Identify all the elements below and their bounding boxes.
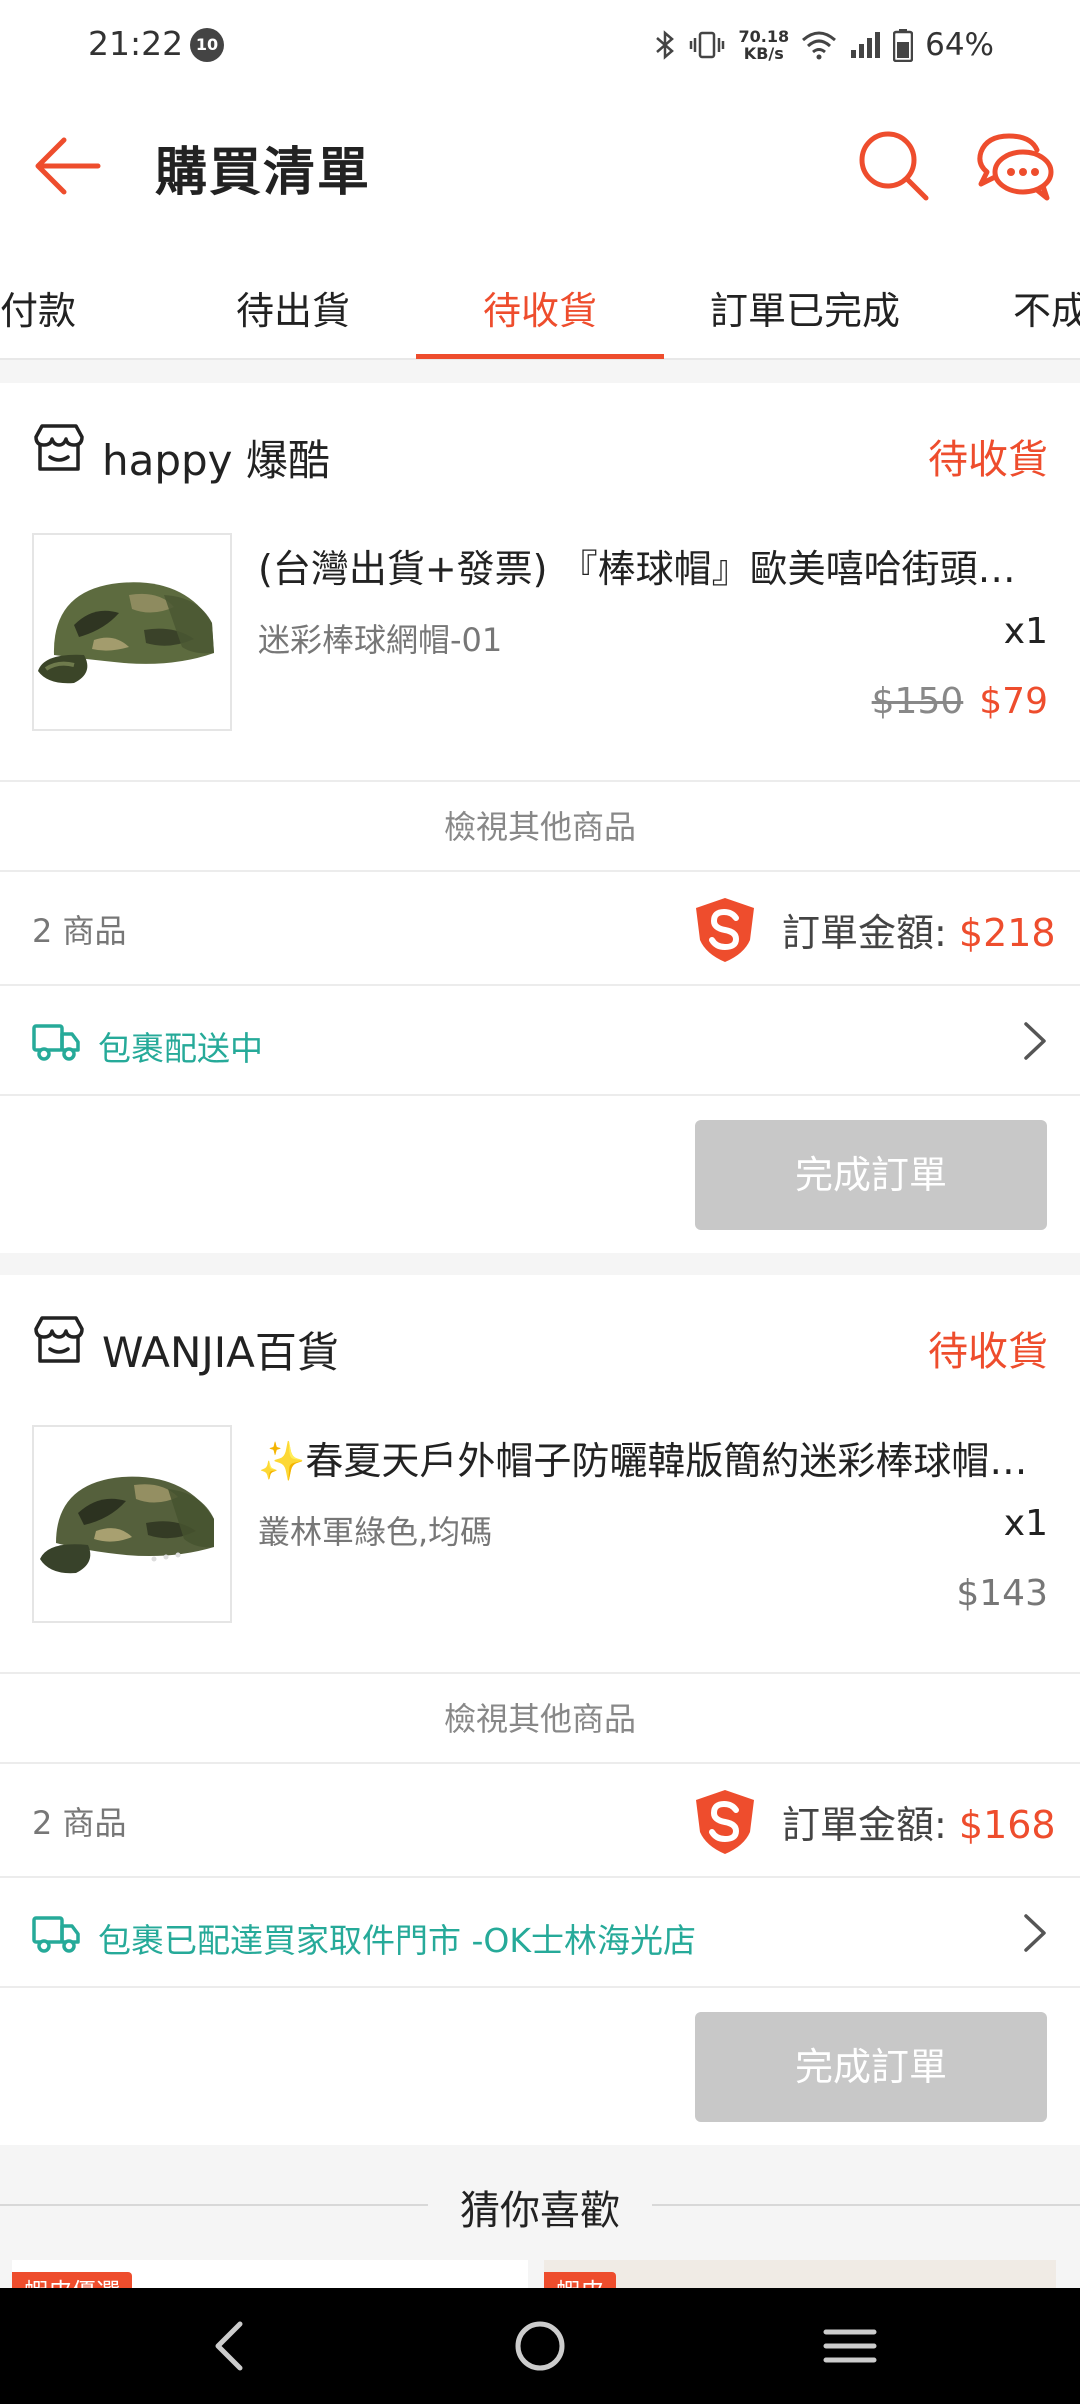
tab-to-pay[interactable]: 待付款: [0, 280, 76, 335]
product-thumbnail: [32, 1425, 232, 1623]
back-button[interactable]: [30, 128, 106, 204]
complete-order-button[interactable]: 完成訂單: [695, 2012, 1047, 2122]
sale-price: $79: [979, 681, 1048, 722]
system-nav-bar: [0, 2288, 1080, 2404]
recommendations-header: 猜你喜歡: [0, 2150, 1080, 2260]
order-item[interactable]: (台灣出貨+發票) 『棒球帽』歐美嘻哈街頭潮流 迷彩棒球網帽-01 x1 $15…: [0, 533, 1080, 763]
search-icon: [859, 131, 929, 201]
network-speed-unit: KB/s: [743, 44, 784, 63]
shop-icon: [34, 1316, 84, 1363]
camo-cap-image: [40, 1476, 214, 1574]
shopee-guarantee-icon: [696, 898, 754, 962]
camo-cap-image: [38, 582, 214, 684]
product-price: $150 $79: [872, 681, 1048, 722]
notification-badge: 10: [190, 28, 224, 62]
shipping-status: 包裹配送中: [98, 1029, 263, 1068]
battery-level: 64%: [925, 27, 994, 63]
chevron-right-icon: [1024, 1914, 1046, 1952]
order-item[interactable]: ✨春夏天戶外帽子防曬韓版簡約迷彩棒球帽男女 叢林軍綠色,均碼 x1 $143: [0, 1425, 1080, 1655]
order-total: 訂單金額: $168: [782, 1794, 1056, 1849]
network-speed: 70.18 KB/s: [738, 28, 789, 62]
page-title: 購買清單: [155, 143, 372, 203]
shopee-guarantee-icon: [696, 1790, 754, 1854]
nav-back-button[interactable]: [200, 2316, 260, 2376]
view-more-products-button[interactable]: 檢視其他商品: [0, 780, 1080, 870]
vibrate-icon: [690, 31, 725, 59]
shipping-status-row[interactable]: 包裹配送中: [0, 984, 1080, 1096]
status-icons: 70.18 KB/s 64%: [654, 20, 994, 70]
shop-name: happy 爆酷: [102, 436, 330, 485]
arrow-left-icon: [35, 137, 101, 195]
recommendations-title: 猜你喜歡: [460, 2188, 620, 2234]
battery-icon: [893, 29, 914, 62]
chevron-left-icon: [215, 2321, 243, 2371]
chevron-right-icon: [1024, 1022, 1046, 1060]
order-card: WANJIA百貨 待收貨 ✨春夏天戶外帽子防曬韓版簡約迷彩棒球帽男女 叢林軍綠色…: [0, 1275, 1080, 2145]
screen: 21:22 10 70.18 KB/s 64% 購買清單 付款 待出貨 待收貨 …: [0, 0, 1080, 2404]
nav-recents-button[interactable]: [820, 2316, 880, 2376]
truck-icon: [32, 1916, 80, 1953]
wifi-icon: [802, 31, 837, 60]
order-total-amount: $168: [958, 1803, 1056, 1847]
complete-order-button[interactable]: 完成訂單: [695, 1120, 1047, 1230]
order-total-label: 訂單金額:: [782, 1803, 947, 1847]
order-card: happy 爆酷 待收貨 (台灣出貨+發票) 『棒球帽』歐美嘻哈街頭潮流 迷彩棒…: [0, 383, 1080, 1253]
shop-row[interactable]: WANJIA百貨 待收貨: [0, 1275, 1080, 1425]
truck-icon: [32, 1024, 80, 1061]
network-speed-value: 70.18: [738, 27, 790, 46]
product-quantity: x1: [1003, 611, 1048, 652]
tab-to-ship[interactable]: 待出貨: [236, 280, 350, 335]
nav-home-button[interactable]: [510, 2316, 570, 2376]
view-more-products-button[interactable]: 檢視其他商品: [0, 1672, 1080, 1762]
signal-icon: [851, 32, 881, 58]
order-total-label: 訂單金額:: [782, 911, 947, 955]
home-circle-icon: [515, 2321, 565, 2371]
bluetooth-icon: [656, 30, 675, 60]
chat-bubbles-icon: [977, 133, 1054, 201]
product-quantity: x1: [1003, 1503, 1048, 1544]
original-price: $150: [871, 681, 964, 722]
tab-completed[interactable]: 訂單已完成: [710, 280, 900, 335]
status-bar: 21:22 10 70.18 KB/s 64%: [0, 0, 1080, 90]
active-tab-indicator: [416, 354, 664, 359]
order-status: 待收貨: [928, 437, 1048, 483]
order-total: 訂單金額: $218: [782, 902, 1056, 957]
tab-cancelled[interactable]: 不成立: [1013, 280, 1080, 335]
product-thumbnail: [32, 533, 232, 731]
shop-icon: [34, 424, 84, 471]
item-count: 2 商品: [32, 1804, 127, 1842]
app-header: 購買清單: [0, 90, 1080, 240]
product-price: $143: [956, 1573, 1048, 1614]
order-total-amount: $218: [958, 911, 1056, 955]
chat-button[interactable]: [975, 128, 1055, 204]
order-summary: 2 商品 訂單金額: $168: [0, 1762, 1080, 1876]
product-title: (台灣出貨+發票) 『棒球帽』歐美嘻哈街頭潮流: [258, 547, 1048, 591]
product-title: ✨春夏天戶外帽子防曬韓版簡約迷彩棒球帽男女: [258, 1439, 1048, 1483]
menu-lines-icon: [823, 2329, 877, 2363]
product-variant: 叢林軍綠色,均碼: [258, 1513, 493, 1551]
product-variant: 迷彩棒球網帽-01: [258, 621, 503, 659]
shipping-status-row[interactable]: 包裹已配達買家取件門市 -OK士林海光店: [0, 1876, 1080, 1988]
search-button[interactable]: [856, 128, 932, 204]
item-count: 2 商品: [32, 912, 127, 950]
shop-row[interactable]: happy 爆酷 待收貨: [0, 383, 1080, 533]
shipping-status: 包裹已配達買家取件門市 -OK士林海光店: [98, 1921, 697, 1960]
price: $143: [956, 1573, 1048, 1614]
tab-to-receive[interactable]: 待收貨: [483, 280, 597, 335]
status-time: 21:22: [88, 24, 184, 63]
shop-name: WANJIA百貨: [102, 1328, 339, 1377]
order-status: 待收貨: [928, 1329, 1048, 1375]
order-summary: 2 商品 訂單金額: $218: [0, 870, 1080, 984]
order-tabs: 待付款 待出貨 待收貨 訂單已完成 不成立: [0, 240, 1080, 360]
